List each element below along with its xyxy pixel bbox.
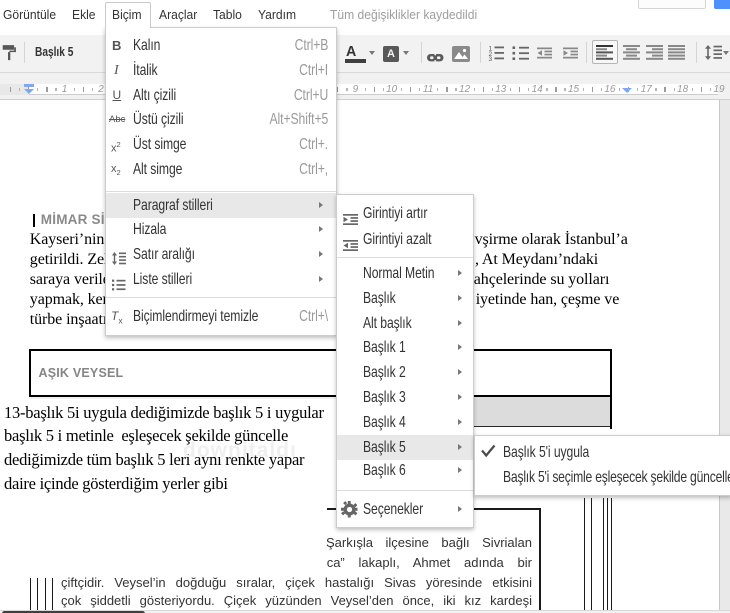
svg-text:3: 3 [489,56,493,61]
